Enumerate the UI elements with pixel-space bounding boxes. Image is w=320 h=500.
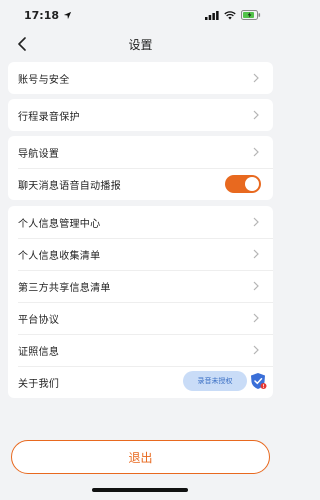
settings-item-label: 个人信息收集清单	[18, 250, 101, 262]
toggle-knob	[245, 177, 259, 191]
settings-group-trip: 行程录音保护	[8, 99, 273, 131]
settings-item-navigation[interactable]: 导航设置	[8, 136, 273, 168]
navigation-bar: 设置	[0, 30, 281, 58]
settings-item-label: 导航设置	[18, 148, 60, 160]
home-indicator	[92, 488, 188, 492]
status-icons	[205, 10, 261, 20]
settings-group-account: 账号与安全	[8, 62, 273, 94]
settings-item-label: 证照信息	[18, 346, 60, 358]
chevron-right-icon	[253, 313, 261, 323]
logout-button[interactable]: 退出	[11, 440, 270, 474]
settings-group-info: 个人信息管理中心 个人信息收集清单 第三方共享信息清单 平台协议 证照信息 关于…	[8, 206, 273, 398]
settings-item-label: 关于我们	[18, 378, 60, 390]
settings-item-label: 聊天消息语音自动播报	[18, 180, 121, 192]
status-time-group: 17:18	[24, 9, 72, 22]
chevron-right-icon	[253, 249, 261, 259]
settings-item-label: 个人信息管理中心	[18, 218, 101, 230]
battery-icon	[241, 10, 261, 20]
settings-item-label: 第三方共享信息清单	[18, 282, 111, 294]
settings-item-label: 平台协议	[18, 314, 60, 326]
wifi-icon	[224, 10, 236, 19]
settings-item-label: 账号与安全	[18, 74, 70, 86]
logout-button-label: 退出	[128, 450, 153, 465]
signal-icon	[205, 10, 219, 20]
status-time: 17:18	[24, 8, 60, 22]
voice-broadcast-toggle[interactable]	[225, 175, 261, 193]
chevron-left-icon	[18, 37, 26, 51]
settings-group-navigation: 导航设置 聊天消息语音自动播报	[8, 136, 273, 200]
settings-item-license-info[interactable]: 证照信息	[8, 334, 273, 366]
settings-item-trip-recording[interactable]: 行程录音保护	[8, 99, 273, 131]
shield-icon[interactable]	[249, 372, 267, 390]
settings-item-info-collection-list[interactable]: 个人信息收集清单	[8, 238, 273, 270]
chevron-right-icon	[253, 345, 261, 355]
recording-unauthorized-badge[interactable]: 录音未授权	[183, 371, 247, 391]
settings-item-account-security[interactable]: 账号与安全	[8, 62, 273, 94]
status-bar: 17:18	[0, 0, 281, 30]
recording-badge-label: 录音未授权	[197, 377, 233, 385]
chevron-right-icon	[253, 73, 261, 83]
settings-item-platform-agreement[interactable]: 平台协议	[8, 302, 273, 334]
settings-item-label: 行程录音保护	[18, 111, 80, 123]
chevron-right-icon	[253, 281, 261, 291]
back-button[interactable]	[12, 34, 32, 54]
page-title: 设置	[128, 37, 153, 52]
location-arrow-icon	[63, 11, 72, 19]
chevron-right-icon	[253, 110, 261, 120]
chevron-right-icon	[253, 217, 261, 227]
settings-item-voice-broadcast: 聊天消息语音自动播报	[8, 168, 273, 200]
settings-item-third-party-sharing[interactable]: 第三方共享信息清单	[8, 270, 273, 302]
chevron-right-icon	[253, 147, 261, 157]
settings-item-personal-info-center[interactable]: 个人信息管理中心	[8, 206, 273, 238]
